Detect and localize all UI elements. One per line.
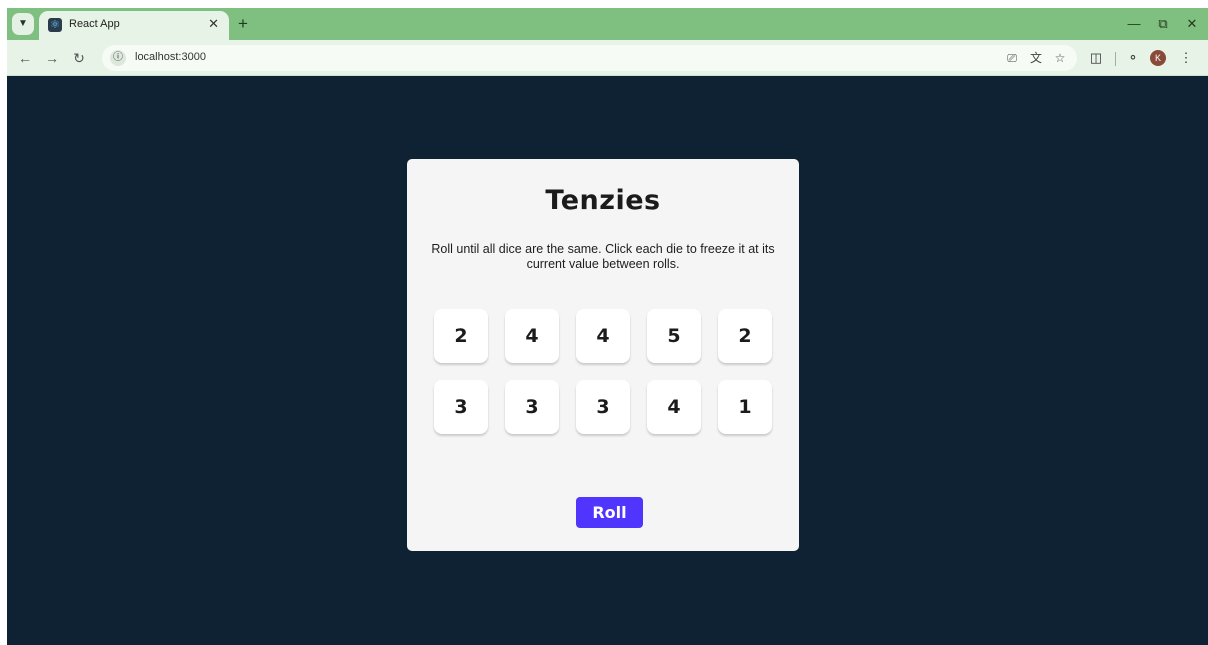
extension-icon[interactable]: ⚬ — [1122, 47, 1144, 69]
die[interactable]: 5 — [647, 309, 701, 363]
die[interactable]: 4 — [647, 380, 701, 434]
tab-title: React App — [69, 18, 120, 30]
tab-react-app[interactable]: ⚛ React App ✕ — [39, 11, 229, 40]
dice-grid: 2 4 4 5 2 3 3 3 4 1 — [434, 309, 774, 434]
new-tab-plus-icon[interactable]: + — [233, 14, 253, 34]
cast-icon[interactable]: ⎚ — [1002, 48, 1022, 68]
url-text[interactable]: localhost:3000 — [135, 51, 206, 63]
die[interactable]: 4 — [576, 309, 630, 363]
die[interactable]: 3 — [434, 380, 488, 434]
die[interactable]: 4 — [505, 309, 559, 363]
game-card: Tenzies Roll until all dice are the same… — [407, 159, 799, 551]
toolbar-divider — [1115, 52, 1116, 66]
die[interactable]: 2 — [434, 309, 488, 363]
bookmark-star-icon[interactable]: ☆ — [1050, 48, 1070, 68]
die[interactable]: 3 — [576, 380, 630, 434]
restore-icon[interactable]: ⧉ — [1153, 14, 1173, 34]
back-arrow-icon[interactable]: ← — [14, 47, 36, 69]
die[interactable]: 1 — [718, 380, 772, 434]
forward-arrow-icon[interactable]: → — [41, 47, 63, 69]
tab-search-chevron-icon[interactable]: ▼ — [12, 13, 34, 35]
roll-button[interactable]: Roll — [576, 497, 643, 528]
profile-avatar[interactable]: K — [1150, 50, 1166, 66]
extensions-puzzle-icon[interactable]: ◫ — [1085, 47, 1107, 69]
more-menu-icon[interactable]: ⋮ — [1175, 47, 1197, 69]
site-info-icon[interactable]: ⓘ — [110, 50, 126, 66]
translate-icon[interactable]: 文 — [1026, 48, 1046, 68]
tab-close-icon[interactable]: ✕ — [208, 16, 219, 32]
react-favicon-icon: ⚛ — [48, 18, 62, 32]
address-bar[interactable]: ⓘ localhost:3000 ⎚ 文 ☆ — [102, 45, 1077, 71]
window-close-icon[interactable]: ✕ — [1182, 14, 1202, 34]
die[interactable]: 3 — [505, 380, 559, 434]
minimize-icon[interactable]: — — [1124, 14, 1144, 34]
browser-toolbar: ← → ↻ ⓘ localhost:3000 ⎚ 文 ☆ ◫ ⚬ K ⋮ — [7, 40, 1208, 76]
die[interactable]: 2 — [718, 309, 772, 363]
game-title: Tenzies — [545, 185, 661, 216]
game-instructions: Roll until all dice are the same. Click … — [431, 242, 775, 271]
reload-icon[interactable]: ↻ — [68, 47, 90, 69]
tab-strip: ▼ ⚛ React App ✕ + — ⧉ ✕ — [7, 8, 1208, 40]
